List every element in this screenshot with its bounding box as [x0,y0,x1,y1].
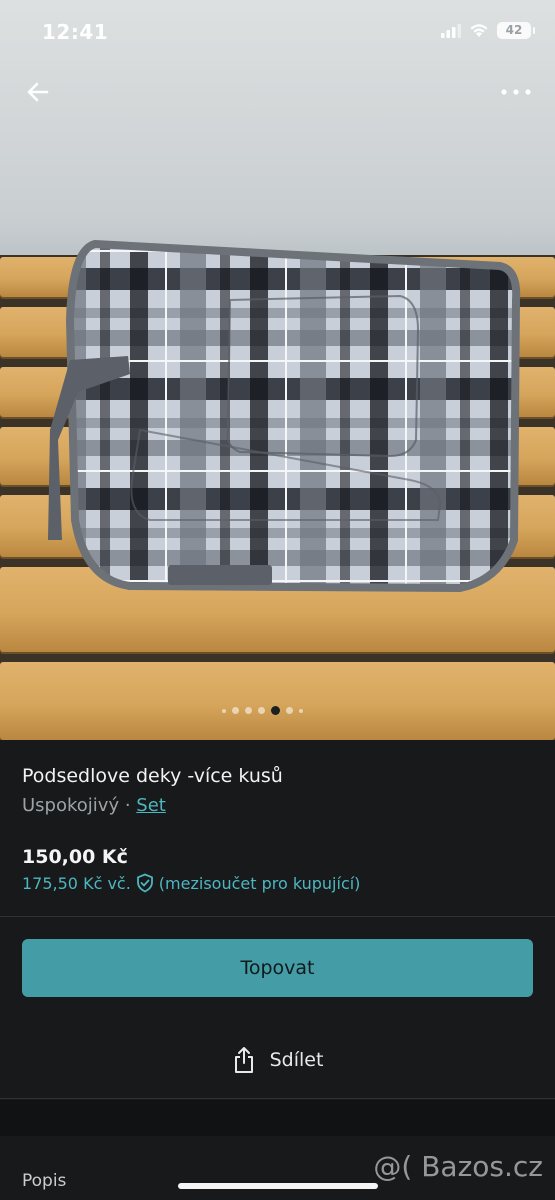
share-button[interactable]: Sdílet [0,1036,555,1084]
pagination-dot[interactable] [222,708,226,713]
separator: · [124,795,131,816]
shield-check-icon [136,873,153,893]
more-options-button[interactable] [499,80,533,104]
status-bar: 12:41 42 [0,0,555,62]
section-gap [0,1100,555,1136]
status-time: 12:41 [42,20,109,44]
wifi-icon [470,24,488,37]
saddle-pad-image [48,239,521,593]
divider [0,1098,555,1099]
back-arrow-icon [27,82,49,102]
back-button[interactable] [20,74,56,110]
battery-indicator: 42 [497,22,535,39]
home-indicator[interactable] [178,1183,378,1189]
share-label: Sdílet [269,1049,324,1071]
pagination-dot[interactable] [299,708,303,713]
listing-price: 150,00 Kč [22,846,128,868]
more-icon [501,89,531,95]
pagination-dot-active[interactable] [271,706,280,715]
pagination-dot[interactable] [258,707,265,714]
category-link[interactable]: Set [136,795,166,816]
description-label: Popis [22,1171,67,1191]
pagination-dot[interactable] [232,707,239,714]
share-icon [234,1047,253,1073]
pagination-dot[interactable] [286,707,293,714]
watermark: @( Bazos.cz [373,1150,543,1183]
listing-title: Podsedlove deky -více kusů [22,765,283,787]
buyer-price: 175,50 Kč vč. [22,873,131,893]
buyer-price-row[interactable]: 175,50 Kč vč. (mezisoučet pro kupující) [22,873,360,893]
signal-icon [441,23,461,38]
pagination-dot[interactable] [245,707,252,714]
bump-button[interactable]: Topovat [22,939,533,997]
buyer-price-note: (mezisoučet pro kupující) [158,873,361,893]
listing-photo[interactable]: 12:41 42 [0,0,555,740]
condition-label: Uspokojivý [22,795,120,816]
listing-condition-row: Uspokojivý · Set [22,795,166,816]
gallery-pagination[interactable] [222,706,303,715]
